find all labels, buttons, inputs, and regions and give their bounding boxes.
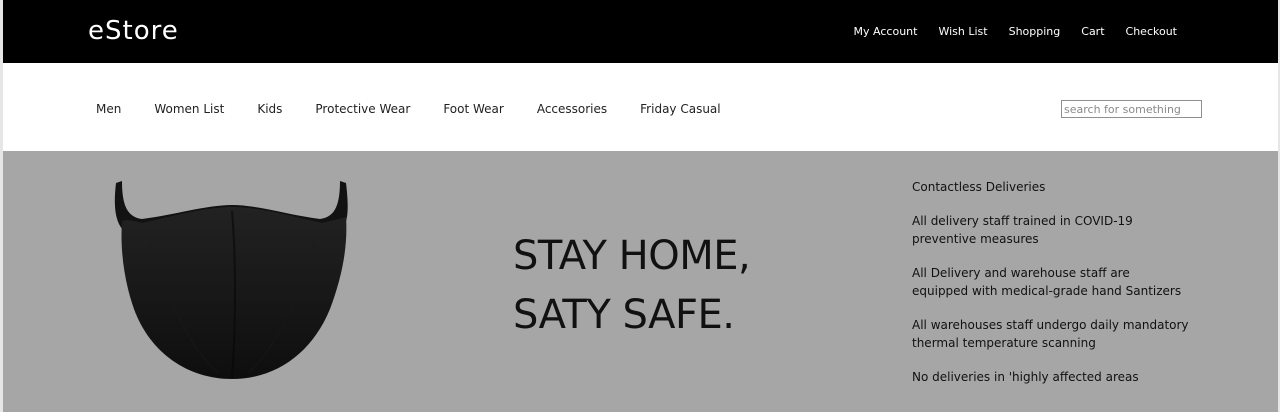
- category-protective-wear[interactable]: Protective Wear: [315, 101, 410, 117]
- wish-list-link[interactable]: Wish List: [938, 24, 987, 40]
- hero-heading-line-1: STAY HOME,: [513, 233, 751, 279]
- delivery-item: All delivery staff trained in COVID-19 p…: [912, 212, 1212, 248]
- shopping-link[interactable]: Shopping: [1009, 24, 1061, 40]
- category-accessories[interactable]: Accessories: [537, 101, 607, 117]
- category-men[interactable]: Men: [96, 101, 121, 117]
- hero-banner: STAY HOME, SATY SAFE. Contactless Delive…: [0, 151, 1280, 412]
- page: eStore My Account Wish List Shopping Car…: [0, 0, 1280, 412]
- account-nav: My Account Wish List Shopping Cart Check…: [854, 24, 1177, 40]
- delivery-item: All Delivery and warehouse staff are equ…: [912, 264, 1212, 300]
- category-foot-wear[interactable]: Foot Wear: [443, 101, 504, 117]
- window-edge-left: [0, 0, 3, 412]
- category-nav: Men Women List Kids Protective Wear Foot…: [96, 101, 721, 117]
- delivery-item-line: No deliveries in 'highly affected areas: [912, 370, 1139, 384]
- search-input[interactable]: [1061, 100, 1202, 118]
- hero-heading: STAY HOME, SATY SAFE.: [513, 227, 751, 345]
- delivery-info: Contactless Deliveries All delivery staf…: [912, 178, 1212, 402]
- cart-link[interactable]: Cart: [1081, 24, 1104, 40]
- checkout-link[interactable]: Checkout: [1126, 24, 1177, 40]
- my-account-link[interactable]: My Account: [854, 24, 918, 40]
- top-header: eStore My Account Wish List Shopping Car…: [0, 0, 1280, 63]
- delivery-item-line: All delivery staff trained in COVID-19: [912, 214, 1133, 228]
- hero-heading-line-2: SATY SAFE.: [513, 292, 735, 338]
- delivery-item-line: thermal temperature scanning: [912, 336, 1096, 350]
- category-friday-casual[interactable]: Friday Casual: [640, 101, 720, 117]
- delivery-item-line: All Delivery and warehouse staff are: [912, 266, 1130, 280]
- category-bar: Men Women List Kids Protective Wear Foot…: [0, 63, 1280, 151]
- brand-logo[interactable]: eStore: [88, 15, 179, 47]
- delivery-item: No deliveries in 'highly affected areas: [912, 368, 1212, 386]
- category-kids[interactable]: Kids: [257, 101, 282, 117]
- delivery-item: All warehouses staff undergo daily manda…: [912, 316, 1212, 352]
- delivery-title: Contactless Deliveries: [912, 180, 1046, 194]
- face-mask-image: [114, 181, 348, 379]
- category-women-list[interactable]: Women List: [154, 101, 224, 117]
- delivery-item-line: All warehouses staff undergo daily manda…: [912, 318, 1189, 332]
- delivery-item-line: preventive measures: [912, 232, 1039, 246]
- delivery-item-line: equipped with medical-grade hand Santize…: [912, 284, 1182, 298]
